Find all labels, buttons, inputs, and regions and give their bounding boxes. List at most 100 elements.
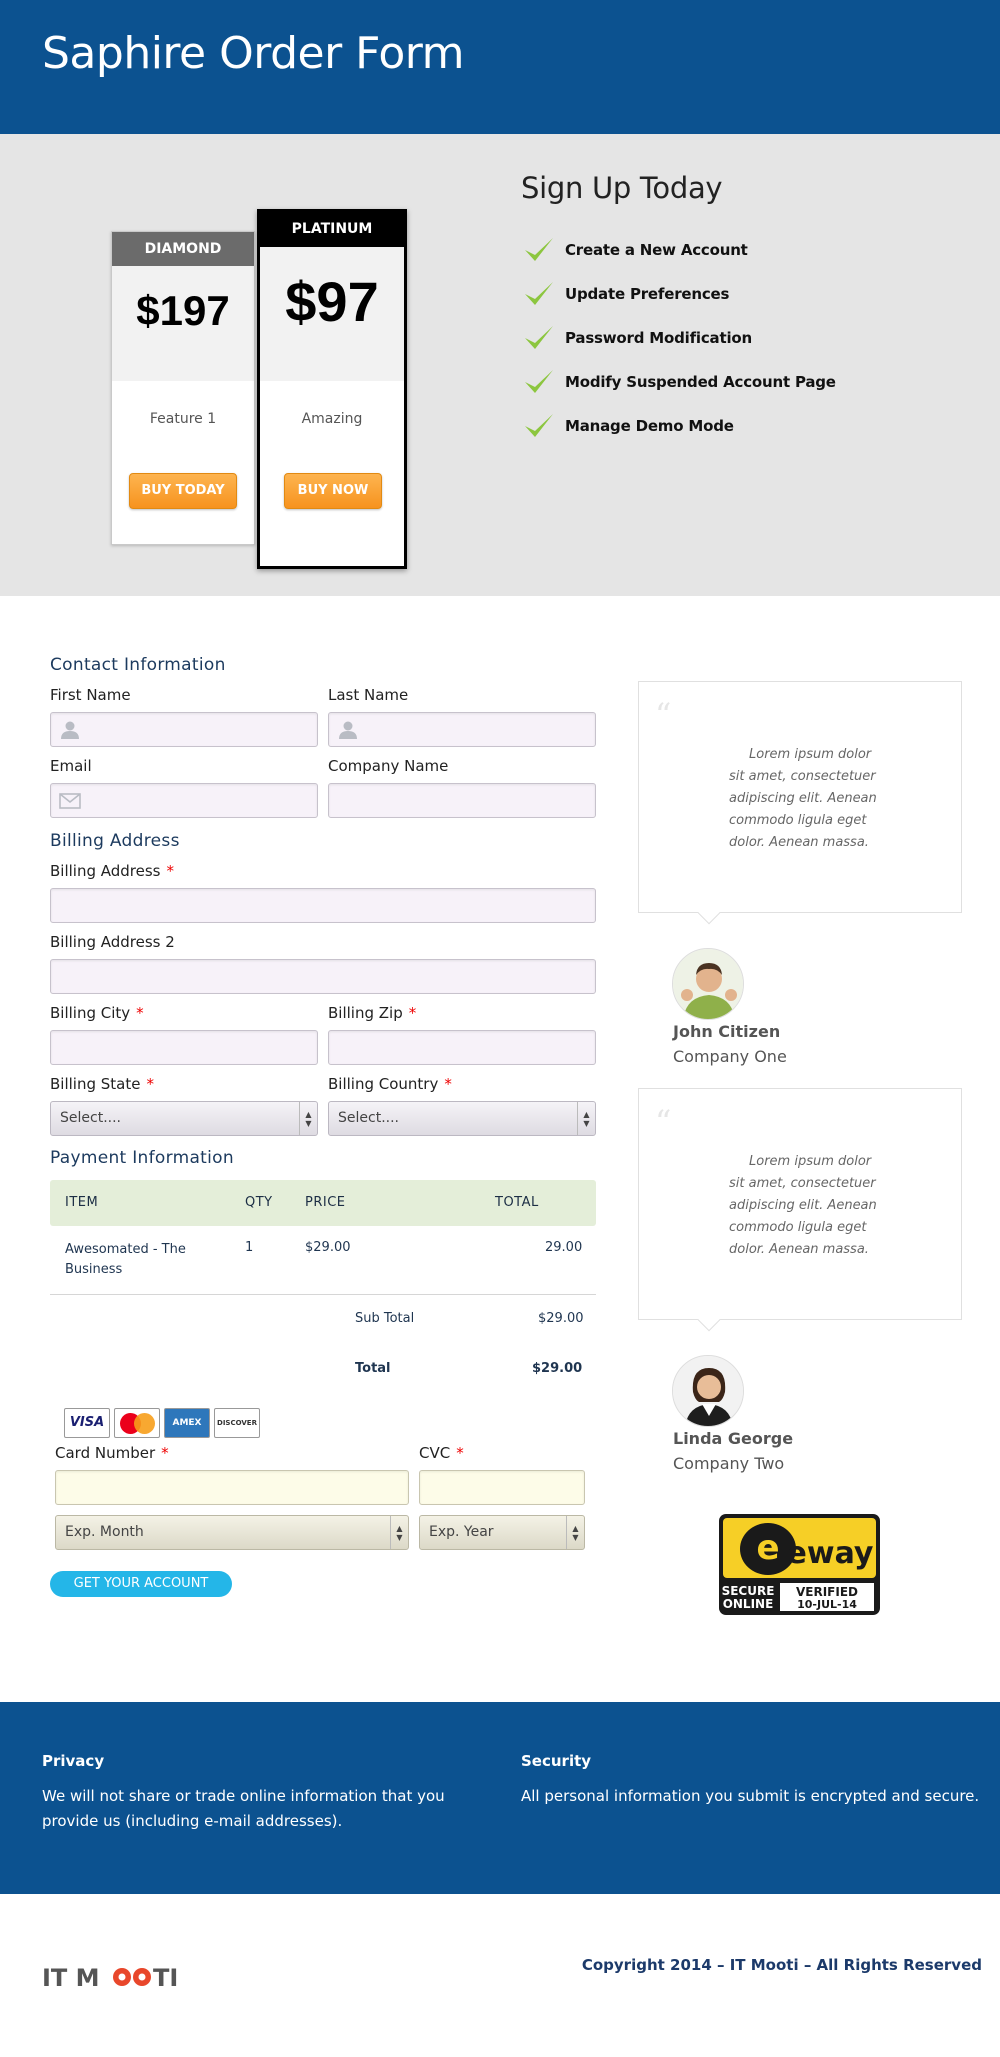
testimonial-text: Lorem ipsum dolor sit amet, consectetuer… bbox=[729, 1154, 877, 1257]
billing-address2-field[interactable] bbox=[50, 959, 596, 994]
exp-year-select[interactable]: Exp. Year ▲ ▼ bbox=[419, 1515, 585, 1550]
svg-text:e: e bbox=[756, 1528, 779, 1568]
svg-text:ONLINE: ONLINE bbox=[723, 1597, 774, 1611]
user-icon bbox=[339, 721, 357, 739]
table-row-qty: 1 bbox=[245, 1240, 254, 1255]
table-row-total: 29.00 bbox=[545, 1240, 583, 1255]
billing-state-select[interactable]: Select.... ▲ ▼ bbox=[50, 1101, 318, 1136]
list-item: Password Modification bbox=[521, 316, 836, 360]
list-item: Modify Suspended Account Page bbox=[521, 360, 836, 404]
page-footer: Privacy We will not share or trade onlin… bbox=[0, 1702, 1000, 1894]
col-qty: QTY bbox=[245, 1195, 273, 1210]
table-row-item: Awesomated - The Business bbox=[65, 1242, 186, 1277]
buy-now-button[interactable]: BUY NOW bbox=[284, 473, 382, 509]
plan-name: DIAMOND bbox=[112, 232, 254, 266]
billing-country-select[interactable]: Select.... ▲ ▼ bbox=[328, 1101, 596, 1136]
svg-text:10-JUL-14: 10-JUL-14 bbox=[797, 1598, 857, 1611]
signup-feature-list: Create a New Account Update Preferences … bbox=[521, 228, 836, 448]
svg-text:SECURE: SECURE bbox=[722, 1584, 775, 1598]
required-mark: * bbox=[146, 1075, 154, 1093]
select-arrows-icon: ▲ ▼ bbox=[566, 1516, 584, 1549]
page-header: Saphire Order Form bbox=[0, 0, 1000, 134]
plan-card-platinum: PLATINUM $97 Amazing BUY NOW bbox=[257, 209, 407, 569]
card-number-field[interactable] bbox=[55, 1470, 409, 1505]
quote-tail bbox=[697, 1308, 721, 1332]
list-item: Create a New Account bbox=[521, 228, 836, 272]
visa-icon: VISA bbox=[64, 1408, 110, 1438]
get-account-button[interactable]: GET YOUR ACCOUNT bbox=[50, 1571, 232, 1597]
billing-city-label: Billing City * bbox=[50, 1004, 144, 1022]
testimonial-quote: “ Lorem ipsum dolor sit amet, consectetu… bbox=[638, 1088, 962, 1332]
svg-text:IT M: IT M bbox=[42, 1964, 100, 1992]
order-table-header: ITEM QTY PRICE TOTAL bbox=[50, 1180, 596, 1226]
select-arrows-icon: ▲ ▼ bbox=[577, 1102, 595, 1135]
person-icon bbox=[673, 1356, 743, 1426]
cvc-field[interactable] bbox=[419, 1470, 585, 1505]
discover-icon: DISCOVER bbox=[214, 1408, 260, 1438]
billing-zip-label: Billing Zip * bbox=[328, 1004, 417, 1022]
plan-price: $197 bbox=[112, 266, 254, 381]
payment-section-title: Payment Information bbox=[50, 1148, 234, 1168]
checkmark-icon bbox=[525, 326, 553, 349]
signup-item-label: Modify Suspended Account Page bbox=[565, 373, 836, 391]
subtotal-value: $29.00 bbox=[538, 1311, 584, 1326]
last-name-field[interactable] bbox=[328, 712, 596, 747]
copyright-text: Copyright 2014 – IT Mooti – All Rights R… bbox=[581, 1956, 982, 1974]
checkmark-icon bbox=[525, 370, 553, 393]
amex-icon: AMEX bbox=[164, 1408, 210, 1438]
checkmark-icon bbox=[525, 282, 553, 305]
company-field[interactable] bbox=[328, 783, 596, 818]
privacy-text: We will not share or trade online inform… bbox=[42, 1787, 445, 1830]
checkmark-icon bbox=[525, 414, 553, 437]
total-value: $29.00 bbox=[532, 1361, 583, 1376]
email-field[interactable] bbox=[50, 783, 318, 818]
col-total: TOTAL bbox=[495, 1195, 539, 1210]
cvc-label: CVC * bbox=[419, 1444, 464, 1462]
plan-card-diamond: DIAMOND $197 Feature 1 BUY TODAY bbox=[111, 231, 255, 545]
col-price: PRICE bbox=[305, 1195, 346, 1210]
select-value: Select.... bbox=[338, 1110, 399, 1126]
mastercard-icon bbox=[114, 1408, 160, 1438]
testimonial-quote: “ Lorem ipsum dolor sit amet, consectetu… bbox=[638, 681, 962, 925]
buy-today-button[interactable]: BUY TODAY bbox=[129, 473, 237, 509]
col-item: ITEM bbox=[65, 1195, 99, 1210]
accepted-cards: VISA AMEX DISCOVER bbox=[64, 1408, 260, 1438]
signup-item-label: Password Modification bbox=[565, 329, 752, 347]
billing-city-field[interactable] bbox=[50, 1030, 318, 1065]
billing-address-label: Billing Address * bbox=[50, 862, 174, 880]
testimonial-company: Company One bbox=[673, 1047, 787, 1066]
quote-tail bbox=[697, 901, 721, 925]
billing-state-label: Billing State * bbox=[50, 1075, 154, 1093]
exp-month-select[interactable]: Exp. Month ▲ ▼ bbox=[55, 1515, 409, 1550]
required-mark: * bbox=[456, 1444, 464, 1462]
plan-feature: Feature 1 bbox=[149, 411, 217, 427]
billing-country-label: Billing Country * bbox=[328, 1075, 452, 1093]
subtotal-label: Sub Total bbox=[355, 1311, 415, 1326]
select-value: Select.... bbox=[60, 1110, 121, 1126]
required-mark: * bbox=[161, 1444, 169, 1462]
billing-address-field[interactable] bbox=[50, 888, 596, 923]
avatar bbox=[672, 1355, 744, 1427]
svg-text:TI: TI bbox=[153, 1964, 178, 1992]
list-item: Manage Demo Mode bbox=[521, 404, 836, 448]
required-mark: * bbox=[444, 1075, 452, 1093]
signup-item-label: Create a New Account bbox=[565, 241, 748, 259]
checkmark-icon bbox=[525, 238, 553, 261]
quote-icon: “ bbox=[655, 1103, 672, 1141]
svg-text:VERIFIED: VERIFIED bbox=[796, 1585, 858, 1599]
logo-icon: IT M TI bbox=[42, 1964, 178, 1992]
eway-secure-badge[interactable]: e eway SECURE ONLINE VERIFIED 10-JUL-14 bbox=[718, 1513, 881, 1616]
svg-text:eway: eway bbox=[787, 1536, 874, 1571]
select-arrows-icon: ▲ ▼ bbox=[299, 1102, 317, 1135]
first-name-field[interactable] bbox=[50, 712, 318, 747]
page-title: Saphire Order Form bbox=[42, 28, 464, 79]
signup-item-label: Update Preferences bbox=[565, 285, 730, 303]
billing-zip-field[interactable] bbox=[328, 1030, 596, 1065]
select-value: Exp. Year bbox=[429, 1524, 494, 1540]
it-mooti-logo[interactable]: IT M TI bbox=[42, 1960, 192, 1994]
plan-name: PLATINUM bbox=[260, 212, 404, 247]
first-name-label: First Name bbox=[50, 686, 131, 704]
testimonial-company: Company Two bbox=[673, 1454, 785, 1473]
avatar bbox=[672, 948, 744, 1020]
person-icon bbox=[673, 949, 743, 1019]
